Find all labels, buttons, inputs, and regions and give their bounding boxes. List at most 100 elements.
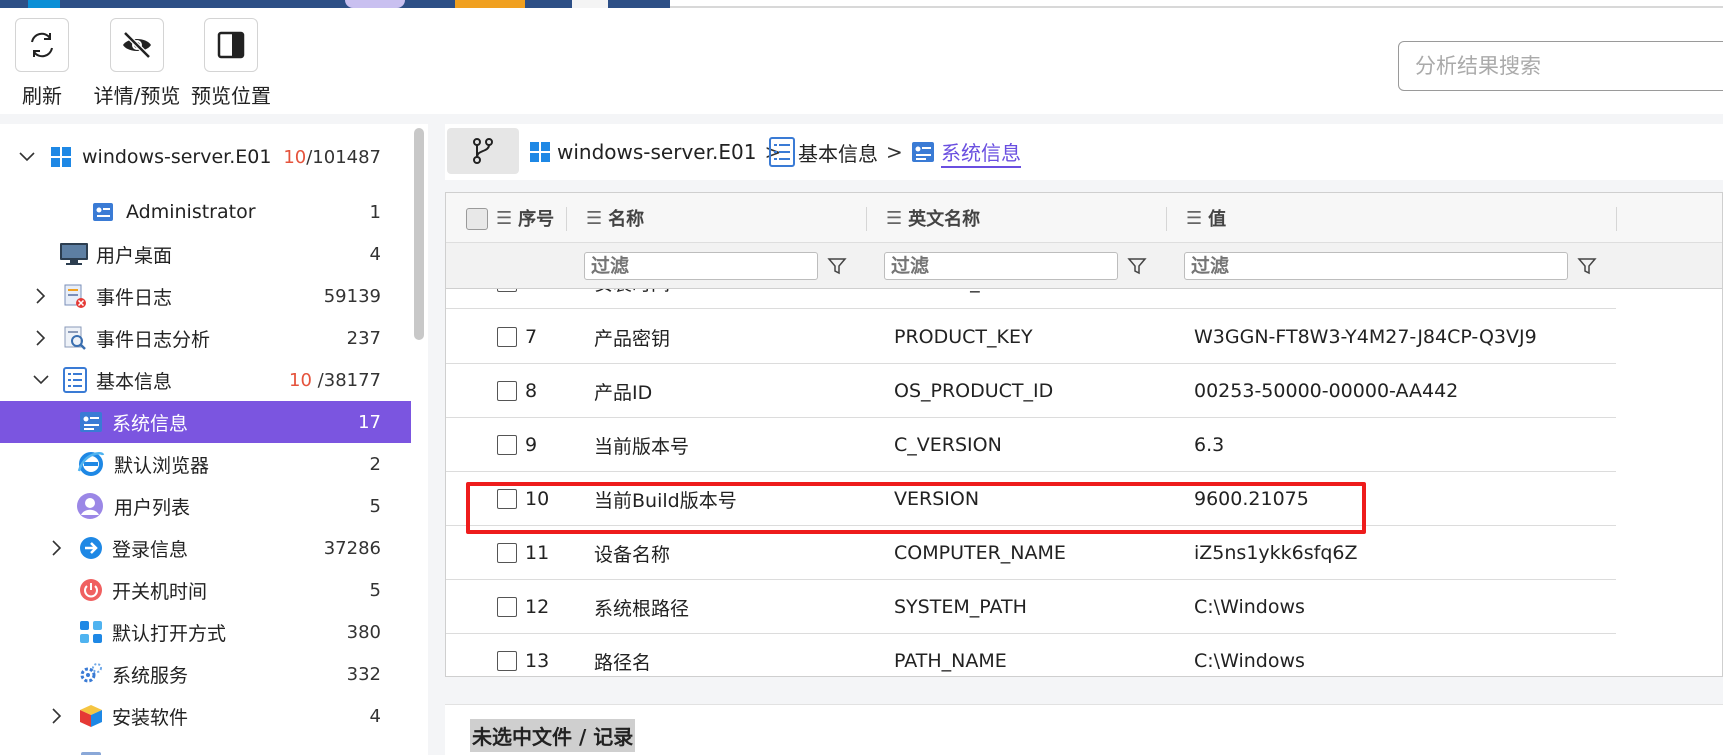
value-filter-input[interactable] xyxy=(1184,252,1568,280)
tree-item-count: 37286 xyxy=(323,537,381,559)
taskbar-band xyxy=(0,0,670,8)
tree-item-label: 用户桌面 xyxy=(96,244,173,267)
breadcrumb: windows-server.E01 > 基本信息 > 系统信息 xyxy=(445,124,1723,180)
row-checkbox[interactable] xyxy=(497,327,517,347)
tree-item-event-log[interactable]: 事件日志 59139 xyxy=(0,275,411,317)
strip-block-1 xyxy=(28,0,60,8)
breadcrumb-label: 系统信息 xyxy=(941,137,1021,168)
table-row[interactable]: 12 系统根路径 SYSTEM_PATH C:\Windows xyxy=(446,580,1616,634)
table-row[interactable]: 11 设备名称 COMPUTER_NAME iZ5ns1ykk6sfq6Z xyxy=(446,526,1616,580)
table-row[interactable]: 9 当前版本号 C_VERSION 6.3 xyxy=(446,418,1616,472)
name-filter-input[interactable] xyxy=(584,252,818,280)
list-icon xyxy=(769,137,795,167)
english-name-filter-input[interactable] xyxy=(884,252,1118,280)
chevron-down-icon[interactable] xyxy=(18,148,36,166)
filter-funnel-icon[interactable] xyxy=(1576,255,1598,277)
select-all-checkbox[interactable] xyxy=(466,208,488,230)
row-checkbox[interactable] xyxy=(497,435,517,455)
breadcrumb-item-basic-info[interactable]: 基本信息 > xyxy=(768,124,911,180)
tree-item-user-list[interactable]: 用户列表 5 xyxy=(0,485,411,527)
tree-item-label: 事件日志 xyxy=(96,286,173,309)
preview-position-button[interactable]: 预览位置 xyxy=(188,18,274,109)
row-checkbox[interactable] xyxy=(497,381,517,401)
breadcrumb-item-system-info[interactable]: 系统信息 xyxy=(911,124,1021,180)
strip-block-3 xyxy=(455,0,525,8)
table-row[interactable]: 7 产品密钥 PRODUCT_KEY W3GGN-FT8W3-Y4M27-J84… xyxy=(446,310,1616,364)
column-header-english-name[interactable]: ☰ 英文名称 xyxy=(886,193,980,243)
filter-funnel-icon[interactable] xyxy=(1126,255,1148,277)
split-panel-icon xyxy=(204,18,258,72)
tree-root-row[interactable]: windows-server.E01 10/101487 xyxy=(0,136,411,178)
table-row[interactable]: 10 当前Build版本号 VERSION 9600.21075 xyxy=(446,472,1616,526)
chevron-right-icon[interactable] xyxy=(32,287,50,305)
tree-item-label: 用户列表 xyxy=(114,496,191,519)
list-icon xyxy=(62,367,88,393)
column-header-value[interactable]: ☰ 值 xyxy=(1186,193,1226,243)
tree-item-partial xyxy=(0,737,411,755)
column-divider[interactable] xyxy=(1616,207,1617,231)
power-icon xyxy=(78,577,104,603)
detail-preview-button[interactable]: 详情/预览 xyxy=(90,18,184,109)
log-analysis-icon xyxy=(62,325,88,351)
branch-button[interactable] xyxy=(447,128,519,174)
row-checkbox[interactable] xyxy=(497,543,517,563)
breadcrumb-separator: > xyxy=(886,140,903,164)
column-divider[interactable] xyxy=(1166,207,1167,231)
refresh-button[interactable]: 刷新 xyxy=(15,18,69,109)
strip-block-2 xyxy=(345,0,405,8)
column-header-name[interactable]: ☰ 名称 xyxy=(586,193,644,243)
row-value: 00253-50000-00000-AA442 xyxy=(1194,380,1459,402)
row-english-name: VERSION xyxy=(894,488,980,510)
row-name: 安装时间 xyxy=(594,289,670,309)
row-value: C:\Windows xyxy=(1194,650,1305,672)
detail-panel: 未选中文件 / 记录 xyxy=(445,704,1723,755)
tree-item-count: 1 xyxy=(369,201,381,223)
tree-item-label: 登录信息 xyxy=(112,538,189,561)
tree-item-default-browser[interactable]: 默认浏览器 2 xyxy=(0,443,411,485)
tree-item-system-info[interactable]: 系统信息 17 xyxy=(0,401,411,443)
browser-icon xyxy=(76,449,106,479)
windows-icon xyxy=(48,144,74,170)
tree-scrollbar[interactable] xyxy=(414,128,424,340)
analysis-search-input[interactable] xyxy=(1398,41,1723,91)
row-checkbox[interactable] xyxy=(497,489,517,509)
filter-funnel-icon[interactable] xyxy=(826,255,848,277)
filter-row xyxy=(446,243,1722,289)
row-english-name: C_VERSION xyxy=(894,434,1002,456)
row-index: 7 xyxy=(525,326,538,348)
column-header-index[interactable]: ☰ 序号 xyxy=(496,193,554,243)
column-divider[interactable] xyxy=(566,207,567,231)
evidence-tree: windows-server.E01 10/101487 Administrat… xyxy=(0,124,428,755)
column-divider[interactable] xyxy=(866,207,867,231)
table-row[interactable]: 8 产品ID OS_PRODUCT_ID 00253-50000-00000-A… xyxy=(446,364,1616,418)
contact-card-icon xyxy=(90,199,116,225)
row-checkbox[interactable] xyxy=(497,597,517,617)
column-menu-icon: ☰ xyxy=(1186,207,1203,229)
breadcrumb-item-root[interactable]: windows-server.E01 > xyxy=(529,124,789,180)
tree-item-basic-info[interactable]: 基本信息 10 /38177 xyxy=(0,359,411,401)
tree-item-installed-software[interactable]: 安装软件 4 xyxy=(0,695,411,737)
table-row[interactable]: 13 路径名 PATH_NAME C:\Windows xyxy=(446,634,1616,676)
row-index: 8 xyxy=(525,380,538,402)
refresh-icon xyxy=(15,18,69,72)
row-name: 当前版本号 xyxy=(594,435,690,458)
chevron-down-icon[interactable] xyxy=(32,371,50,389)
chevron-right-icon[interactable] xyxy=(48,707,66,725)
tree-item-label: 安装软件 xyxy=(112,706,189,729)
column-title: 序号 xyxy=(518,209,555,230)
row-checkbox[interactable] xyxy=(497,651,517,671)
tree-item-count: 5 xyxy=(369,495,381,517)
tree-item-power-time[interactable]: 开关机时间 5 xyxy=(0,569,411,611)
detail-preview-label: 详情/预览 xyxy=(93,84,181,108)
chevron-right-icon[interactable] xyxy=(32,329,50,347)
tree-item-system-service[interactable]: 系统服务 332 xyxy=(0,653,411,695)
tree-item-user-desktop[interactable]: 用户桌面 4 xyxy=(0,233,411,275)
tree-item-administrator[interactable]: Administrator 1 xyxy=(0,191,411,233)
chevron-right-icon[interactable] xyxy=(48,539,66,557)
column-menu-icon: ☰ xyxy=(886,207,903,229)
table-row[interactable]: 6 安装时间 INSTALL_TIME 2023-06-10 10:15:52 … xyxy=(446,289,1616,309)
tree-item-event-log-analysis[interactable]: 事件日志分析 237 xyxy=(0,317,411,359)
tree-item-default-open[interactable]: 默认打开方式 380 xyxy=(0,611,411,653)
row-checkbox[interactable] xyxy=(497,289,517,292)
tree-item-login-info[interactable]: 登录信息 37286 xyxy=(0,527,411,569)
